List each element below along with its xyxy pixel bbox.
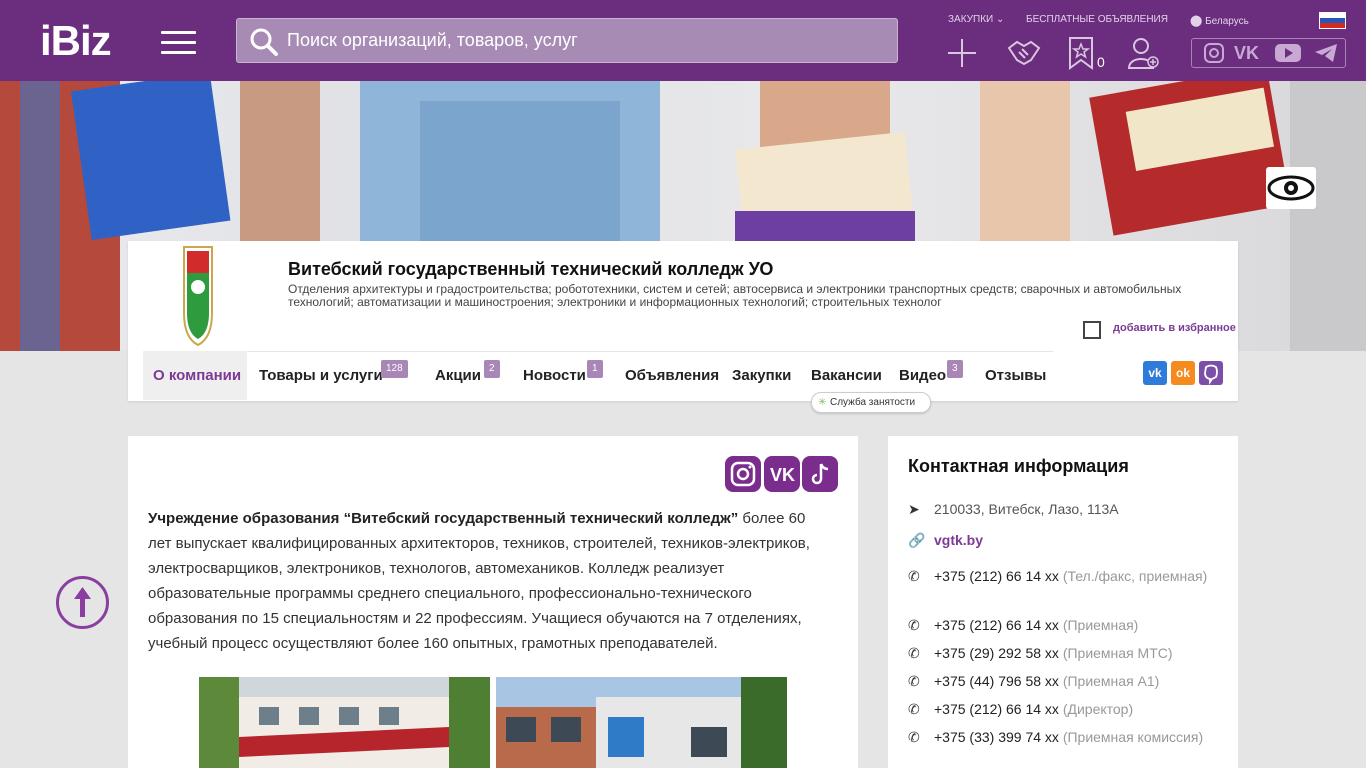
- svg-text:VK: VK: [770, 465, 795, 485]
- contact-info-title: Контактная информация: [908, 456, 1129, 476]
- top-header: iBiz ЗАКУПКИ ⌄ БЕСПЛАТНЫЕ ОБЪЯВЛЕНИЯ ⬤ Б…: [0, 0, 1366, 81]
- search-box[interactable]: [236, 18, 898, 63]
- company-description: Отделения архитектуры и градостроительст…: [288, 282, 1182, 309]
- vk-icon: VK: [770, 465, 795, 485]
- tiktok-link[interactable]: [802, 456, 838, 492]
- telegram-icon[interactable]: [1314, 43, 1338, 63]
- about-text: Учреждение образования “Витебский госуда…: [148, 506, 828, 656]
- odnoklassniki-icon: ok: [1175, 366, 1190, 380]
- website-row: 🔗 vgtk.by: [908, 529, 1228, 552]
- sparkle-icon: ✳: [818, 397, 827, 408]
- college-photo-1[interactable]: [199, 677, 490, 768]
- employment-service-tooltip[interactable]: ✳ Служба занятости: [811, 392, 931, 413]
- website-link[interactable]: vgtk.by: [934, 532, 983, 548]
- handshake-icon[interactable]: [1007, 36, 1041, 70]
- add-icon[interactable]: [945, 36, 979, 70]
- tab-ads[interactable]: Объявления: [625, 351, 719, 400]
- search-input[interactable]: [287, 19, 887, 62]
- video-count-badge: 3: [947, 360, 963, 378]
- address-row: ➤ 210033, Витебск, Лазо, 113А: [908, 498, 1228, 521]
- search-icon: [250, 28, 278, 56]
- college-entrance-photo: [496, 677, 787, 768]
- phone-row: ✆ +375 (212) 66 14 xx (Директор): [908, 698, 1228, 721]
- tab-news[interactable]: Новости: [523, 351, 586, 400]
- accessibility-eye-icon[interactable]: [1266, 167, 1316, 209]
- phone-note: (Приемная): [1062, 617, 1139, 633]
- phone-row: ✆ +375 (29) 292 58 xx (Приемная МТС): [908, 642, 1228, 665]
- phone-number[interactable]: +375 (44) 796 58 xx: [934, 673, 1059, 689]
- phone-icon: ✆: [908, 617, 920, 633]
- youtube-icon[interactable]: [1274, 43, 1302, 63]
- contact-info-panel: Контактная информация ➤ 210033, Витебск, …: [888, 436, 1238, 768]
- add-user-icon[interactable]: [1126, 36, 1160, 70]
- company-card: Витебский государственный технический ко…: [128, 241, 1238, 413]
- purchases-link[interactable]: ЗАКУПКИ ⌄: [948, 14, 1004, 25]
- college-building-photo: [199, 677, 490, 768]
- region-selector[interactable]: ⬤ Беларусь: [1190, 14, 1249, 27]
- tab-promotions[interactable]: Акции: [435, 351, 481, 400]
- phone-number[interactable]: +375 (33) 399 74 xx: [934, 729, 1059, 745]
- ibiz-logo[interactable]: iBiz: [40, 20, 112, 62]
- phone-note: (Приемная А1): [1062, 673, 1160, 689]
- share-vk-button[interactable]: vk: [1143, 361, 1167, 385]
- header-social-links: VK: [1191, 38, 1346, 68]
- arrow-up-icon: [74, 587, 91, 617]
- phone-number[interactable]: +375 (212) 66 14 xx: [934, 568, 1059, 584]
- news-count-badge: 1: [587, 360, 603, 378]
- add-favorite-checkbox[interactable]: [1083, 321, 1101, 339]
- instagram-link[interactable]: [725, 456, 761, 492]
- link-icon: 🔗: [908, 532, 926, 548]
- college-emblem-logo: [183, 246, 213, 347]
- tab-purchases[interactable]: Закупки: [732, 351, 791, 400]
- vk-link[interactable]: VK: [764, 456, 800, 492]
- phone-number[interactable]: +375 (212) 66 14 xx: [934, 701, 1059, 717]
- phone-number[interactable]: +375 (212) 66 14 xx: [934, 617, 1059, 633]
- tab-about[interactable]: О компании: [143, 351, 247, 400]
- free-ads-link[interactable]: БЕСПЛАТНЫЕ ОБЪЯВЛЕНИЯ: [1026, 14, 1168, 25]
- promotions-count-badge: 2: [484, 360, 500, 378]
- instagram-icon[interactable]: [1204, 43, 1224, 63]
- tab-reviews[interactable]: Отзывы: [985, 351, 1046, 400]
- about-section: VK Учреждение образования “Витебский гос…: [128, 436, 858, 768]
- viber-icon: [1204, 364, 1218, 385]
- phone-note: (Директор): [1062, 701, 1134, 717]
- phone-icon: ✆: [908, 701, 920, 717]
- phone-icon: ✆: [908, 645, 920, 661]
- phone-note: (Приемная комиссия): [1062, 729, 1204, 745]
- instagram-icon: [730, 461, 756, 487]
- phone-row: ✆ +375 (212) 66 14 xx (Тел./факс, приемна…: [908, 565, 1228, 588]
- menu-icon[interactable]: [161, 31, 196, 54]
- about-text-body: более 60 лет выпускает квалифицированных…: [148, 510, 810, 652]
- products-count-badge: 128: [381, 360, 408, 378]
- company-name: Витебский государственный технический ко…: [288, 259, 774, 279]
- favorites-count: 0: [1097, 54, 1105, 70]
- language-flag-ru[interactable]: [1319, 12, 1346, 29]
- location-arrow-icon: ➤: [908, 501, 920, 517]
- phone-note: (Приемная МТС): [1062, 645, 1173, 661]
- phone-note: (Тел./факс, приемная): [1062, 568, 1208, 584]
- about-text-bold: Учреждение образования “Витебский госуда…: [148, 510, 739, 527]
- phone-icon: ✆: [908, 673, 920, 689]
- phone-number[interactable]: +375 (29) 292 58 xx: [934, 645, 1059, 661]
- phone-icon: ✆: [908, 729, 920, 745]
- location-pin-icon: ⬤: [1190, 15, 1203, 27]
- share-viber-button[interactable]: [1199, 361, 1223, 385]
- college-photo-2[interactable]: [496, 677, 787, 768]
- phone-icon: ✆: [908, 568, 920, 584]
- svg-text:VK: VK: [1234, 43, 1259, 63]
- scroll-to-top-button[interactable]: [56, 576, 109, 629]
- add-favorite-label[interactable]: добавить в избранное: [1113, 322, 1236, 334]
- phone-row: ✆ +375 (33) 399 74 xx (Приемная комиссия): [908, 726, 1228, 749]
- tiktok-icon: [811, 463, 829, 485]
- vk-icon[interactable]: VK: [1234, 43, 1264, 63]
- phone-row: ✆ +375 (212) 66 14 xx (Приемная): [908, 614, 1228, 637]
- vk-icon: vk: [1148, 366, 1162, 380]
- tab-products[interactable]: Товары и услуги: [259, 351, 383, 400]
- phone-row: ✆ +375 (44) 796 58 xx (Приемная А1): [908, 670, 1228, 693]
- share-odnoklassniki-button[interactable]: ok: [1171, 361, 1195, 385]
- favorites-icon[interactable]: [1066, 36, 1100, 70]
